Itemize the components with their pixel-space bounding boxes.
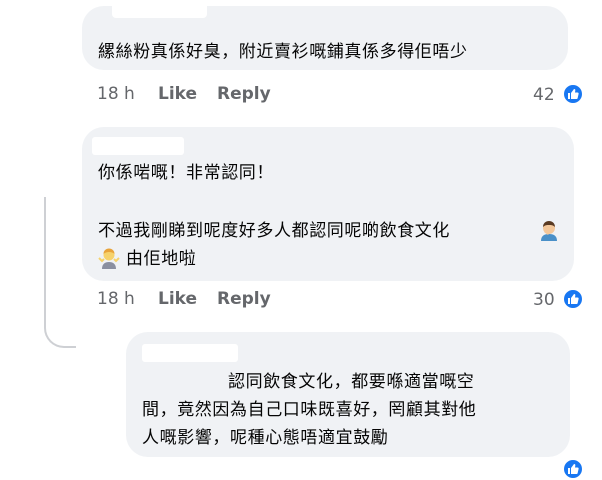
comment-text: 縲絲粉真係好臭，附近賣衫嘅鋪真係多得佢唔少 (98, 42, 468, 62)
reply-bubble: 認同飲食文化，都要喺適當嘅空 間，竟然因為自己口味既喜好，罔顧其對他 人嘅影響，… (126, 332, 570, 457)
comment-text-line: 你係啱嘅！非常認同！ (98, 163, 274, 183)
thread-line-vertical (44, 197, 46, 307)
thumbs-up-icon[interactable] (562, 458, 584, 480)
thumbs-up-icon[interactable] (562, 288, 584, 310)
redacted-author-name (112, 0, 207, 18)
reply-button[interactable]: Reply (217, 289, 271, 309)
redacted-author-name (142, 344, 238, 362)
comment-time[interactable]: 18 h (97, 84, 135, 104)
thread-line-curve (44, 296, 76, 348)
person-facepalming-emoji (538, 219, 560, 245)
like-count: 42 (533, 85, 555, 105)
like-count: 30 (533, 290, 555, 310)
comment-text-line: 間，竟然因為自己口味既喜好，罔顧其對他 (142, 400, 477, 420)
like-button[interactable]: Like (158, 289, 197, 309)
reply-button[interactable]: Reply (217, 84, 271, 104)
comment-text-line: 人嘅影響，呢種心態唔適宜鼓勵 (142, 428, 389, 448)
comment-bubble-2: 你係啱嘅！非常認同！ 不過我剛睇到呢度好多人都認同呢啲飲食文化 由佢地啦 (82, 127, 574, 281)
redacted-author-name (92, 137, 184, 155)
comment-text-line: 不過我剛睇到呢度好多人都認同呢啲飲食文化 (98, 221, 450, 241)
comment-bubble-1: 縲絲粉真係好臭，附近賣衫嘅鋪真係多得佢唔少 (82, 0, 568, 70)
comment-time[interactable]: 18 h (97, 289, 135, 309)
thumbs-up-icon[interactable] (562, 83, 584, 105)
comment-text-line: 由佢地啦 (126, 249, 197, 269)
comment-text-line: 認同飲食文化，都要喺適當嘅空 (228, 372, 475, 392)
person-shrugging-emoji (98, 247, 120, 273)
like-button[interactable]: Like (158, 84, 197, 104)
